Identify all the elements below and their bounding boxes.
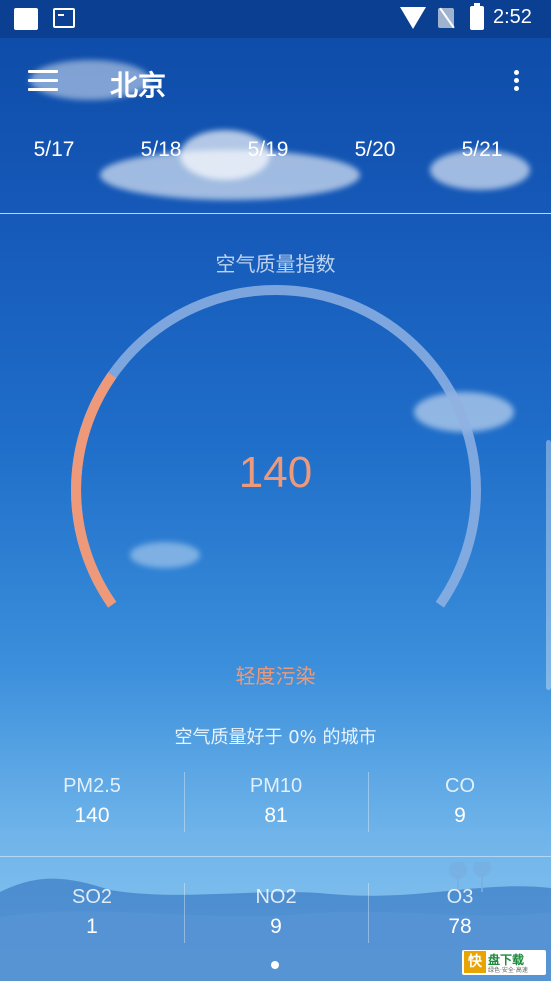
city-rank-text: 空气质量好于 0% 的城市	[174, 727, 377, 748]
pollutant-name: PM2.5	[63, 775, 121, 797]
pollutant-name: SO2	[71, 886, 113, 908]
pollutant-pm10: PM10 81	[184, 775, 368, 828]
column-divider	[368, 772, 369, 832]
pollutant-value: 78	[448, 915, 472, 938]
pollutant-name: CO	[445, 775, 475, 797]
pollutant-o3: O3 78	[368, 886, 551, 939]
pollutant-value: 81	[264, 804, 288, 827]
scrollbar[interactable]	[546, 440, 551, 690]
pollutant-name: O3	[446, 886, 474, 908]
column-divider	[368, 883, 369, 943]
pollutant-value: 140	[74, 804, 110, 827]
pollutant-name: PM10	[249, 775, 303, 797]
pollutant-pm25: PM2.5 140	[0, 775, 184, 828]
watermark-logo: 快 盘下载 绿色·安全·高速	[462, 950, 546, 975]
pollutant-no2: NO2 9	[184, 886, 368, 939]
page-indicator-dot[interactable]	[271, 961, 279, 969]
aqi-level: 轻度污染	[235, 664, 316, 688]
column-divider	[184, 772, 185, 832]
watermark-slogan: 绿色·安全·高速	[488, 967, 528, 974]
pollutant-value: 1	[86, 915, 98, 938]
pollutant-value: 9	[454, 804, 466, 827]
aqi-value: 140	[238, 448, 313, 497]
watermark-mark: 快	[464, 951, 486, 973]
column-divider	[184, 883, 185, 943]
pollutant-so2: SO2 1	[0, 886, 184, 939]
pollutant-value: 9	[270, 915, 282, 938]
pollutant-co: CO 9	[368, 775, 551, 828]
row-divider	[0, 856, 551, 857]
pollutant-name: NO2	[255, 886, 297, 908]
